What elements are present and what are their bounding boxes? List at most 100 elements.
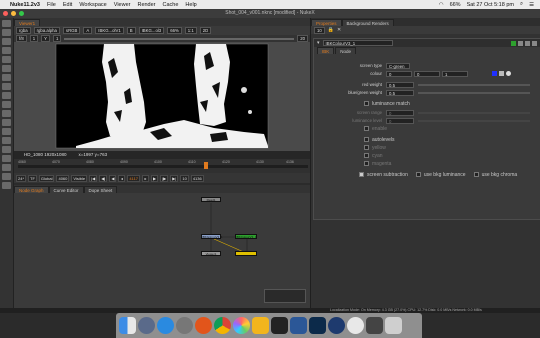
word-icon[interactable] xyxy=(290,317,307,334)
other-tools-icon[interactable] xyxy=(2,155,11,162)
clock[interactable]: Sat 27 Oct 5:18 pm xyxy=(467,2,514,8)
read-node[interactable]: Read1 xyxy=(201,197,221,202)
finder-icon[interactable] xyxy=(119,317,136,334)
preview-icon[interactable] xyxy=(366,317,383,334)
menu-render[interactable]: Render xyxy=(137,2,155,8)
view-mode-dropdown[interactable]: 2D xyxy=(199,27,212,34)
tab-node[interactable]: Node xyxy=(335,47,357,54)
first-frame-button[interactable]: |◀ xyxy=(89,174,98,182)
color-picker-icon[interactable] xyxy=(499,71,504,76)
node-graph-minimap[interactable] xyxy=(264,289,306,303)
input-a-dropdown[interactable]: IBKG...olV1 xyxy=(95,27,124,34)
red-weight-slider[interactable] xyxy=(418,83,530,86)
timeline-track[interactable] xyxy=(18,165,308,168)
screen-range-field[interactable]: 0 xyxy=(386,109,414,116)
bluegreen-weight-field[interactable]: 0.5 xyxy=(386,89,414,96)
app-menu[interactable]: Nuke11.2v3 xyxy=(10,2,40,8)
last-frame-button[interactable]: ▶| xyxy=(170,174,179,182)
colour-b-field[interactable]: 1 xyxy=(442,70,468,77)
chrome-icon[interactable] xyxy=(214,317,231,334)
clear-panels-icon[interactable]: ✕ xyxy=(337,27,341,33)
3d-tools-icon[interactable] xyxy=(2,101,11,108)
itunes-icon[interactable] xyxy=(347,317,364,334)
deep-tools-icon[interactable] xyxy=(2,137,11,144)
gamma-slider[interactable] xyxy=(64,37,295,40)
safari-icon[interactable] xyxy=(157,317,174,334)
play-backward-button[interactable]: ◀ xyxy=(109,174,117,182)
fps-field[interactable]: 24* xyxy=(16,174,27,182)
ratio-dropdown[interactable]: 1:1 xyxy=(184,27,197,34)
collapse-icon[interactable]: ▾ xyxy=(317,40,320,46)
node-graph-canvas[interactable]: Read1 IBKGizmoV3_1 IBKColourV3_1 Viewer1 xyxy=(14,193,310,308)
prev-keyframe-button[interactable]: ◀| xyxy=(99,174,108,182)
colour-r-field[interactable]: 0 xyxy=(386,70,412,77)
cyan-checkbox[interactable] xyxy=(364,153,369,158)
tab-curve-editor[interactable]: Curve Editor xyxy=(48,186,84,193)
enable-checkbox[interactable] xyxy=(364,126,369,131)
filter-tools-icon[interactable] xyxy=(2,65,11,72)
viewer-node[interactable]: Viewer1 xyxy=(201,251,221,256)
node-name-field[interactable]: IBKColourV3_1 xyxy=(322,40,393,46)
gamma-field[interactable]: 1 xyxy=(53,35,62,42)
help-icon[interactable] xyxy=(518,40,523,46)
system-preferences-icon[interactable] xyxy=(176,317,193,334)
color-tools-icon[interactable] xyxy=(2,56,11,63)
play-forward-button[interactable]: ▶ xyxy=(151,174,159,182)
draw-tools-icon[interactable] xyxy=(2,29,11,36)
bluegreen-weight-slider[interactable] xyxy=(418,91,530,94)
views-tools-icon[interactable] xyxy=(2,110,11,117)
menu-viewer[interactable]: Viewer xyxy=(114,2,131,8)
gamma-label[interactable]: Y xyxy=(41,35,51,42)
current-frame-field[interactable]: 4117 xyxy=(127,174,141,182)
autolevels-checkbox[interactable] xyxy=(364,137,369,142)
menu-list-icon[interactable]: ☰ xyxy=(529,2,534,8)
color-wheel-icon[interactable] xyxy=(506,71,511,76)
step-field[interactable]: 10 xyxy=(180,174,189,182)
menu-cache[interactable]: Cache xyxy=(163,2,179,8)
in-frame-field[interactable]: 4060 xyxy=(56,174,70,182)
firefox-icon[interactable] xyxy=(195,317,212,334)
use-bkg-chroma-checkbox[interactable] xyxy=(473,172,479,177)
tab-node-graph[interactable]: Node Graph xyxy=(14,186,49,193)
quicktime-icon[interactable] xyxy=(328,317,345,334)
help-tools-icon[interactable] xyxy=(2,182,11,189)
tab-dope-sheet[interactable]: Dope Sheet xyxy=(83,186,118,193)
screen-type-dropdown[interactable]: C-green xyxy=(386,62,410,69)
time-tools-icon[interactable] xyxy=(2,38,11,45)
metadata-tools-icon[interactable] xyxy=(2,119,11,126)
battery-percent[interactable]: 66% xyxy=(450,2,461,8)
tab-ibk[interactable]: IBK xyxy=(317,47,335,54)
nuke-icon[interactable] xyxy=(252,317,269,334)
toolsets-icon[interactable] xyxy=(2,146,11,153)
global-range-dropdown[interactable]: Global xyxy=(38,174,55,182)
colorspace-dropdown[interactable]: sRGB xyxy=(62,27,81,34)
end-frame-field[interactable]: 4136 xyxy=(190,174,204,182)
close-panel-icon[interactable] xyxy=(532,40,537,46)
channel-dropdown[interactable]: rgba.alpha xyxy=(33,27,60,34)
image-tools-icon[interactable] xyxy=(2,20,11,27)
launchpad-icon[interactable] xyxy=(138,317,155,334)
furnace-tools-icon[interactable] xyxy=(2,164,11,171)
timeline[interactable]: 4060 4070 4080 4090 4100 4110 4120 4130 … xyxy=(14,159,310,173)
menu-edit[interactable]: Edit xyxy=(63,2,72,8)
lock-icon[interactable]: 🔒 xyxy=(328,27,334,33)
selected-node[interactable] xyxy=(235,251,257,256)
tab-properties[interactable]: Properties xyxy=(311,19,342,26)
tab-viewer1[interactable]: Viewer1 xyxy=(14,19,41,26)
node-color-icon[interactable] xyxy=(511,40,516,46)
menu-file[interactable]: File xyxy=(47,2,56,8)
float-icon[interactable] xyxy=(525,40,530,46)
transform-tools-icon[interactable] xyxy=(2,92,11,99)
prev-frame-button[interactable]: ◂ xyxy=(118,174,126,182)
minimize-window-button[interactable] xyxy=(11,11,16,16)
gain-field[interactable]: 1 xyxy=(29,35,39,42)
photos-icon[interactable] xyxy=(233,317,250,334)
merge-tools-icon[interactable] xyxy=(2,83,11,90)
playhead[interactable] xyxy=(204,162,208,169)
viewer-canvas[interactable] xyxy=(14,42,310,151)
timecode-toggle[interactable]: TF xyxy=(28,174,37,182)
gain-label[interactable]: f/8 xyxy=(16,35,27,42)
ibk-colour-node[interactable]: IBKColourV3_1 xyxy=(235,234,257,239)
zoom-window-button[interactable] xyxy=(19,11,24,16)
trash-icon[interactable] xyxy=(385,317,402,334)
